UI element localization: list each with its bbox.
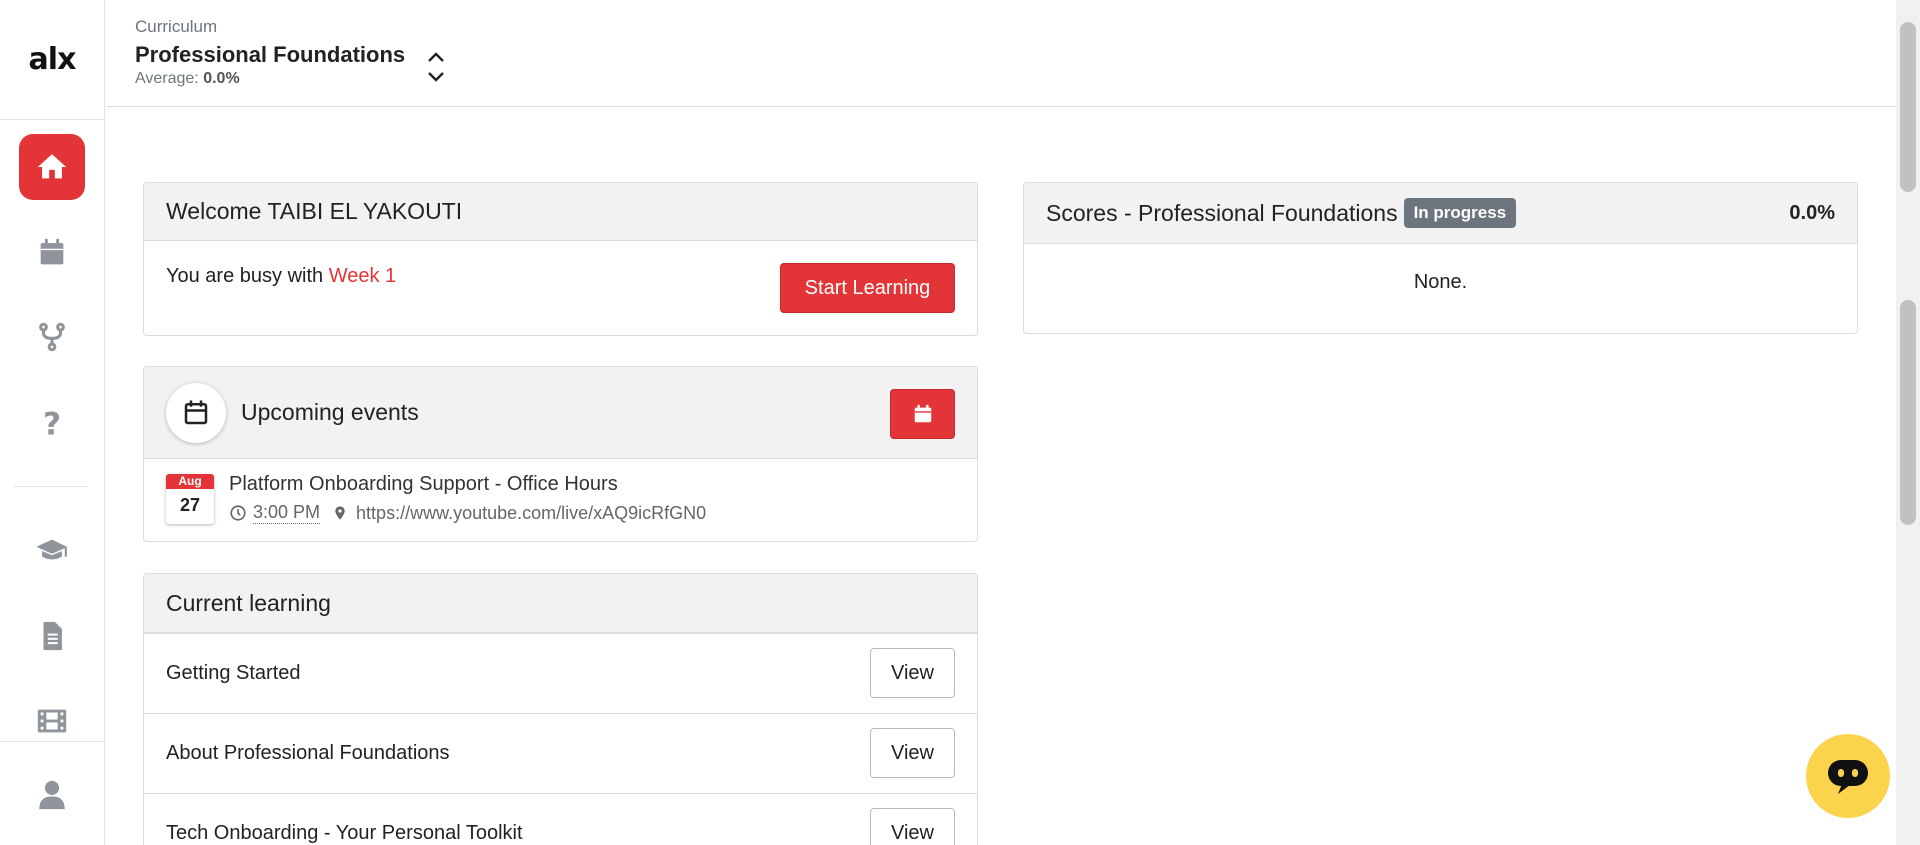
scores-title: Scores - Professional Foundations	[1046, 199, 1398, 226]
event-meta: 3:00 PM https://www.youtube.com/live/xAQ…	[229, 502, 706, 524]
nav-home[interactable]	[19, 134, 85, 200]
scores-empty: None.	[1413, 271, 1468, 293]
welcome-title: Welcome TAIBI EL YAKOUTI	[166, 198, 463, 224]
nav-courses[interactable]	[19, 518, 85, 584]
welcome-card: Welcome TAIBI EL YAKOUTI You are busy wi…	[143, 182, 978, 336]
nav-projects[interactable]	[19, 304, 85, 370]
scores-value: 0.0%	[1789, 201, 1835, 224]
upcoming-events-card: Upcoming events Aug 27 Platform Onboardi…	[143, 366, 978, 542]
chat-button[interactable]	[1806, 734, 1890, 818]
calendar-outline-icon	[184, 400, 208, 424]
chat-bot-icon	[1828, 760, 1868, 794]
calendar-icon	[914, 404, 931, 423]
nav-documents[interactable]	[19, 603, 85, 669]
learning-item: Getting Started View	[144, 633, 977, 713]
film-icon	[37, 709, 67, 733]
curriculum-average: Average: 0.0%	[135, 70, 240, 87]
events-calendar-button[interactable]	[890, 389, 955, 439]
start-learning-button[interactable]: Start Learning	[780, 263, 955, 313]
scores-header: Scores - Professional Foundations In pro…	[1024, 183, 1857, 244]
home-icon	[37, 154, 67, 179]
nav-calendar[interactable]	[19, 220, 85, 286]
status-badge: In progress	[1403, 198, 1517, 228]
page-scrollbar[interactable]	[1896, 0, 1920, 845]
events-title: Upcoming events	[241, 399, 419, 425]
events-header: Upcoming events	[144, 367, 977, 459]
clock-icon	[230, 505, 246, 521]
user-icon	[39, 780, 65, 810]
graduation-cap-icon	[36, 539, 67, 560]
current-learning-header: Current learning	[144, 574, 977, 633]
scrollbar-thumb[interactable]	[1900, 22, 1916, 192]
sidebar: alx ?	[0, 0, 105, 845]
event-day: 27	[179, 495, 201, 515]
learning-item-title: About Professional Foundations	[166, 742, 450, 764]
event-date: Aug 27	[166, 474, 214, 524]
map-marker-icon	[335, 506, 345, 520]
week-link[interactable]: Week 1	[329, 265, 396, 287]
svg-text:?: ?	[43, 406, 61, 440]
chevron-up-down-icon[interactable]	[424, 49, 448, 85]
curriculum-label: Curriculum	[135, 17, 218, 36]
learning-item: Tech Onboarding - Your Personal Toolkit …	[144, 793, 977, 845]
events-calendar-badge	[166, 382, 226, 443]
sidebar-divider	[14, 486, 88, 487]
nav-help[interactable]: ?	[19, 390, 85, 456]
current-learning-title: Current learning	[166, 589, 331, 616]
welcome-header: Welcome TAIBI EL YAKOUTI	[144, 183, 977, 241]
curriculum-header: Curriculum Professional Foundations Aver…	[106, 0, 1896, 107]
current-learning-card: Current learning Getting Started View Ab…	[143, 573, 978, 845]
calendar-icon	[40, 238, 64, 265]
curriculum-title: Professional Foundations	[135, 42, 406, 67]
learning-item-title: Getting Started	[166, 662, 301, 684]
scores-card: Scores - Professional Foundations In pro…	[1023, 182, 1858, 334]
learning-item: About Professional Foundations View	[144, 713, 977, 793]
scrollbar-thumb-secondary[interactable]	[1900, 300, 1916, 525]
event-month: Aug	[166, 474, 214, 489]
view-button[interactable]: View	[870, 648, 955, 698]
document-icon	[43, 621, 62, 651]
view-button[interactable]: View	[870, 808, 955, 845]
event-location[interactable]: https://www.youtube.com/live/xAQ9icRfGN0	[356, 503, 706, 524]
question-icon: ?	[43, 406, 61, 440]
view-button[interactable]: View	[870, 728, 955, 778]
event-title[interactable]: Platform Onboarding Support - Office Hou…	[229, 473, 618, 496]
fork-icon	[39, 322, 65, 352]
nav-profile[interactable]	[19, 762, 85, 828]
alx-logo[interactable]: alx	[0, 0, 104, 120]
event-time: 3:00 PM	[253, 502, 321, 524]
busy-text: You are busy with Week 1	[166, 265, 397, 287]
learning-item-title: Tech Onboarding - Your Personal Toolkit	[166, 822, 523, 844]
